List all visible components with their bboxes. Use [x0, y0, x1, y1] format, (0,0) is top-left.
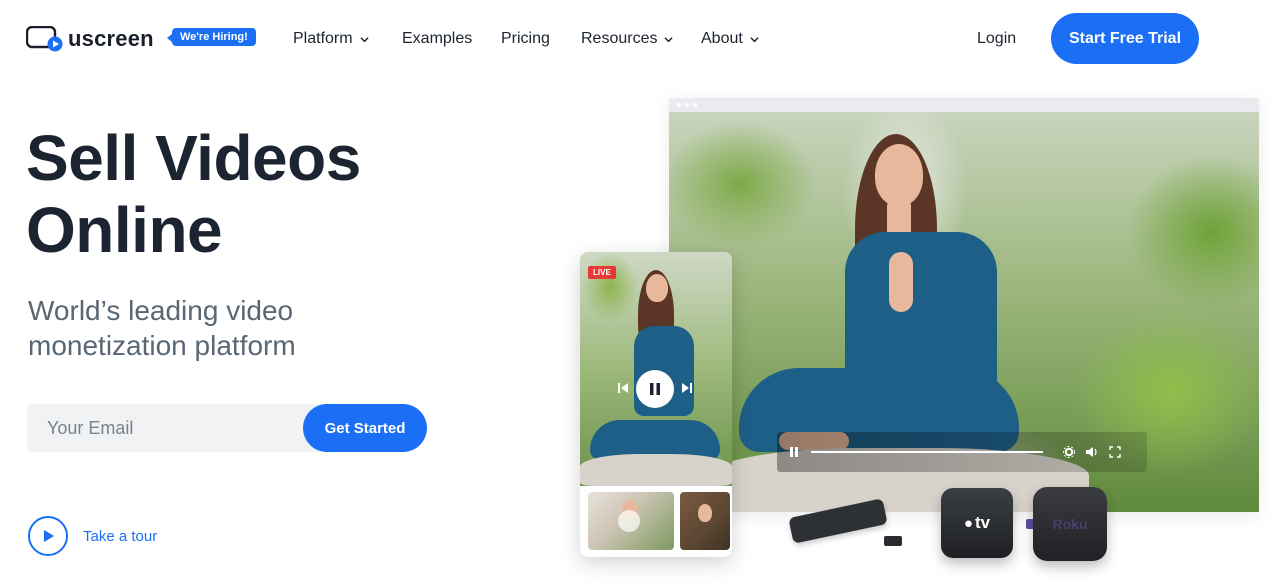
page-title: Sell Videos Online: [26, 122, 446, 266]
nav-resources[interactable]: Resources: [581, 30, 674, 48]
progress-bar[interactable]: [811, 451, 1043, 453]
chevron-down-icon: [750, 36, 759, 42]
roku-label: Roku: [1052, 516, 1088, 532]
play-icon[interactable]: [28, 516, 68, 556]
control-icons: [1063, 446, 1121, 458]
pause-icon: [650, 383, 660, 395]
skip-forward-icon[interactable]: [682, 382, 692, 394]
phone-mockup: LIVE: [580, 252, 732, 557]
tour-label: Take a tour: [83, 527, 158, 545]
video-controls: [777, 432, 1147, 472]
hero-subhead: World’s leading video monetization platf…: [28, 293, 358, 363]
brand-name: uscreen: [68, 26, 154, 51]
volume-icon[interactable]: [1085, 446, 1099, 458]
settings-icon[interactable]: [1063, 446, 1075, 458]
logo-icon: [26, 26, 63, 52]
browser-bar: [669, 98, 1259, 112]
nav-resources-label: Resources: [581, 30, 658, 47]
chevron-down-icon: [359, 36, 369, 42]
subhead-line-1: World’s leading video: [28, 295, 294, 326]
fullscreen-icon[interactable]: [1109, 446, 1121, 458]
brand-logo[interactable]: uscreen: [26, 26, 154, 52]
subhead-line-2: monetization platform: [28, 330, 296, 361]
hiring-badge[interactable]: We're Hiring!: [167, 28, 256, 46]
phone-video[interactable]: LIVE: [580, 252, 732, 486]
roku-device: Roku: [1033, 487, 1107, 561]
browser-mockup: [669, 98, 1259, 512]
login-link[interactable]: Login: [977, 30, 1016, 48]
nav-about[interactable]: About: [701, 30, 759, 48]
thumbnail-face: [698, 504, 712, 522]
start-free-trial-button[interactable]: Start Free Trial: [1051, 13, 1199, 64]
video-player[interactable]: [669, 112, 1259, 512]
skip-back-icon[interactable]: [618, 382, 628, 394]
phone-pause-button[interactable]: [636, 370, 674, 408]
nav-examples[interactable]: Examples: [402, 30, 472, 48]
get-started-button[interactable]: Get Started: [303, 404, 427, 452]
nav-pricing[interactable]: Pricing: [501, 30, 550, 48]
apple-logo-icon: ●: [963, 514, 973, 532]
figure-face: [875, 144, 923, 206]
email-input[interactable]: [27, 404, 337, 452]
take-a-tour-link[interactable]: Take a tour: [28, 516, 157, 556]
live-badge: LIVE: [588, 266, 616, 279]
thumbnail-list: [588, 492, 730, 550]
figure-chest: [889, 252, 913, 312]
headline-line-1: Sell Videos: [26, 122, 361, 194]
pause-icon[interactable]: [789, 446, 799, 458]
video-thumbnail[interactable]: [680, 492, 730, 550]
phone-figure-face: [646, 274, 668, 302]
email-signup-form: Get Started: [27, 404, 427, 452]
nav-pricing-label: Pricing: [501, 30, 550, 47]
nav-platform-label: Platform: [293, 30, 353, 47]
play-icon: [618, 510, 640, 532]
nav-platform[interactable]: Platform: [293, 30, 369, 48]
nav-examples-label: Examples: [402, 30, 473, 47]
fire-stick-plug: [884, 536, 902, 546]
apple-tv-label: tv: [974, 513, 991, 532]
nav-about-label: About: [701, 30, 743, 47]
video-thumbnail[interactable]: [588, 492, 674, 550]
apple-tv-device: ● tv: [941, 488, 1013, 558]
chevron-down-icon: [664, 36, 674, 42]
headline-line-2: Online: [26, 194, 223, 266]
phone-rock: [580, 454, 732, 486]
